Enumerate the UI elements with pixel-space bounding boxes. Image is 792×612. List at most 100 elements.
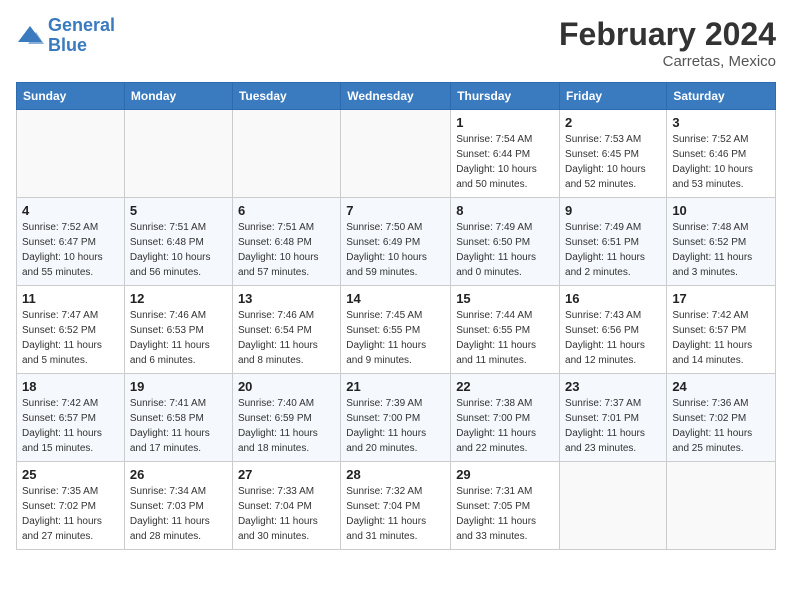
calendar-cell: 20 Sunrise: 7:40 AMSunset: 6:59 PMDayligh… [232, 374, 340, 462]
day-number: 18 [22, 379, 119, 394]
calendar-title: February 2024 [559, 16, 776, 53]
calendar-week-2: 4 Sunrise: 7:52 AMSunset: 6:47 PMDaylight… [17, 198, 776, 286]
weekday-friday: Friday [560, 83, 667, 110]
day-info: Sunrise: 7:52 AMSunset: 6:46 PMDaylight:… [672, 132, 770, 192]
page-header: General Blue February 2024 Carretas, Mex… [16, 16, 776, 70]
day-number: 2 [565, 115, 661, 130]
day-info: Sunrise: 7:45 AMSunset: 6:55 PMDaylight:… [346, 308, 445, 368]
logo-icon [16, 22, 44, 50]
day-number: 21 [346, 379, 445, 394]
day-info: Sunrise: 7:49 AMSunset: 6:51 PMDaylight:… [565, 220, 661, 280]
day-number: 3 [672, 115, 770, 130]
calendar-cell: 28 Sunrise: 7:32 AMSunset: 7:04 PMDayligh… [341, 462, 451, 550]
weekday-tuesday: Tuesday [232, 83, 340, 110]
day-number: 27 [238, 467, 335, 482]
day-info: Sunrise: 7:39 AMSunset: 7:00 PMDaylight:… [346, 396, 445, 456]
calendar-body: 1Sunrise: 7:54 AMSunset: 6:44 PMDaylight… [17, 110, 776, 550]
day-number: 19 [130, 379, 227, 394]
calendar-cell: 5 Sunrise: 7:51 AMSunset: 6:48 PMDaylight… [124, 198, 232, 286]
day-info: Sunrise: 7:43 AMSunset: 6:56 PMDaylight:… [565, 308, 661, 368]
calendar-cell: 14 Sunrise: 7:45 AMSunset: 6:55 PMDayligh… [341, 286, 451, 374]
day-number: 12 [130, 291, 227, 306]
calendar-cell: 1Sunrise: 7:54 AMSunset: 6:44 PMDaylight… [451, 110, 560, 198]
calendar-cell: 25 Sunrise: 7:35 AMSunset: 7:02 PMDayligh… [17, 462, 125, 550]
day-info: Sunrise: 7:52 AMSunset: 6:47 PMDaylight:… [22, 220, 119, 280]
calendar-cell: 29 Sunrise: 7:31 AMSunset: 7:05 PMDayligh… [451, 462, 560, 550]
weekday-header-row: SundayMondayTuesdayWednesdayThursdayFrid… [17, 83, 776, 110]
calendar-cell: 16 Sunrise: 7:43 AMSunset: 6:56 PMDayligh… [560, 286, 667, 374]
day-info: Sunrise: 7:42 AMSunset: 6:57 PMDaylight:… [672, 308, 770, 368]
day-info: Sunrise: 7:50 AMSunset: 6:49 PMDaylight:… [346, 220, 445, 280]
day-number: 14 [346, 291, 445, 306]
day-info: Sunrise: 7:47 AMSunset: 6:52 PMDaylight:… [22, 308, 119, 368]
calendar-cell: 10Sunrise: 7:48 AMSunset: 6:52 PMDayligh… [667, 198, 776, 286]
weekday-monday: Monday [124, 83, 232, 110]
calendar-cell: 2Sunrise: 7:53 AMSunset: 6:45 PMDaylight… [560, 110, 667, 198]
day-number: 24 [672, 379, 770, 394]
calendar-cell: 24Sunrise: 7:36 AMSunset: 7:02 PMDayligh… [667, 374, 776, 462]
day-info: Sunrise: 7:35 AMSunset: 7:02 PMDaylight:… [22, 484, 119, 544]
day-number: 28 [346, 467, 445, 482]
day-info: Sunrise: 7:37 AMSunset: 7:01 PMDaylight:… [565, 396, 661, 456]
day-info: Sunrise: 7:38 AMSunset: 7:00 PMDaylight:… [456, 396, 554, 456]
calendar-cell [17, 110, 125, 198]
logo-blue: Blue [48, 35, 87, 55]
calendar-table: SundayMondayTuesdayWednesdayThursdayFrid… [16, 82, 776, 550]
calendar-week-5: 25 Sunrise: 7:35 AMSunset: 7:02 PMDayligh… [17, 462, 776, 550]
day-info: Sunrise: 7:31 AMSunset: 7:05 PMDaylight:… [456, 484, 554, 544]
calendar-cell: 15 Sunrise: 7:44 AMSunset: 6:55 PMDayligh… [451, 286, 560, 374]
calendar-week-3: 11Sunrise: 7:47 AMSunset: 6:52 PMDayligh… [17, 286, 776, 374]
day-number: 22 [456, 379, 554, 394]
day-number: 15 [456, 291, 554, 306]
calendar-cell [232, 110, 340, 198]
day-number: 23 [565, 379, 661, 394]
day-info: Sunrise: 7:34 AMSunset: 7:03 PMDaylight:… [130, 484, 227, 544]
day-info: Sunrise: 7:46 AMSunset: 6:53 PMDaylight:… [130, 308, 227, 368]
calendar-cell: 13 Sunrise: 7:46 AMSunset: 6:54 PMDayligh… [232, 286, 340, 374]
calendar-cell: 19 Sunrise: 7:41 AMSunset: 6:58 PMDayligh… [124, 374, 232, 462]
logo-text: General Blue [48, 16, 115, 56]
calendar-cell: 11Sunrise: 7:47 AMSunset: 6:52 PMDayligh… [17, 286, 125, 374]
weekday-wednesday: Wednesday [341, 83, 451, 110]
day-info: Sunrise: 7:51 AMSunset: 6:48 PMDaylight:… [130, 220, 227, 280]
day-number: 4 [22, 203, 119, 218]
day-info: Sunrise: 7:32 AMSunset: 7:04 PMDaylight:… [346, 484, 445, 544]
weekday-saturday: Saturday [667, 83, 776, 110]
day-number: 13 [238, 291, 335, 306]
logo-general: General [48, 15, 115, 35]
day-number: 29 [456, 467, 554, 482]
calendar-cell: 18 Sunrise: 7:42 AMSunset: 6:57 PMDayligh… [17, 374, 125, 462]
day-info: Sunrise: 7:41 AMSunset: 6:58 PMDaylight:… [130, 396, 227, 456]
day-number: 25 [22, 467, 119, 482]
calendar-cell: 12 Sunrise: 7:46 AMSunset: 6:53 PMDayligh… [124, 286, 232, 374]
calendar-cell: 9 Sunrise: 7:49 AMSunset: 6:51 PMDaylight… [560, 198, 667, 286]
calendar-cell [667, 462, 776, 550]
day-number: 5 [130, 203, 227, 218]
calendar-cell: 21 Sunrise: 7:39 AMSunset: 7:00 PMDayligh… [341, 374, 451, 462]
day-info: Sunrise: 7:44 AMSunset: 6:55 PMDaylight:… [456, 308, 554, 368]
day-number: 17 [672, 291, 770, 306]
day-number: 8 [456, 203, 554, 218]
calendar-cell: 22 Sunrise: 7:38 AMSunset: 7:00 PMDayligh… [451, 374, 560, 462]
calendar-cell: 4 Sunrise: 7:52 AMSunset: 6:47 PMDaylight… [17, 198, 125, 286]
day-info: Sunrise: 7:42 AMSunset: 6:57 PMDaylight:… [22, 396, 119, 456]
logo: General Blue [16, 16, 115, 56]
day-info: Sunrise: 7:33 AMSunset: 7:04 PMDaylight:… [238, 484, 335, 544]
day-number: 26 [130, 467, 227, 482]
calendar-cell: 6Sunrise: 7:51 AMSunset: 6:48 PMDaylight… [232, 198, 340, 286]
day-info: Sunrise: 7:46 AMSunset: 6:54 PMDaylight:… [238, 308, 335, 368]
day-number: 20 [238, 379, 335, 394]
calendar-cell [341, 110, 451, 198]
calendar-week-4: 18 Sunrise: 7:42 AMSunset: 6:57 PMDayligh… [17, 374, 776, 462]
day-number: 1 [456, 115, 554, 130]
calendar-cell: 17 Sunrise: 7:42 AMSunset: 6:57 PMDayligh… [667, 286, 776, 374]
weekday-thursday: Thursday [451, 83, 560, 110]
day-number: 6 [238, 203, 335, 218]
day-number: 16 [565, 291, 661, 306]
calendar-week-1: 1Sunrise: 7:54 AMSunset: 6:44 PMDaylight… [17, 110, 776, 198]
calendar-cell [560, 462, 667, 550]
calendar-cell: 23 Sunrise: 7:37 AMSunset: 7:01 PMDayligh… [560, 374, 667, 462]
day-number: 9 [565, 203, 661, 218]
day-info: Sunrise: 7:40 AMSunset: 6:59 PMDaylight:… [238, 396, 335, 456]
calendar-cell [124, 110, 232, 198]
